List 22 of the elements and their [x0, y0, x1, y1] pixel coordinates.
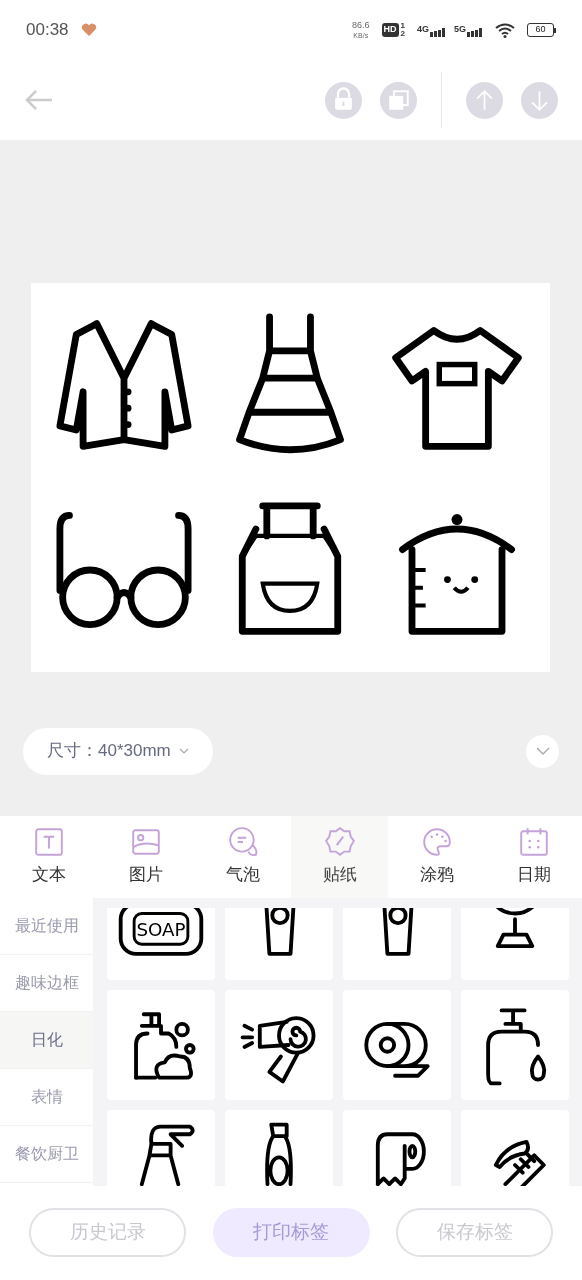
badge-icon — [323, 826, 356, 859]
hd-badge: HD — [381, 23, 399, 37]
calendar-icon — [517, 826, 550, 859]
battery-level: 60 — [535, 23, 546, 37]
network-type: 4G — [416, 23, 429, 37]
chevron-down-icon — [535, 747, 550, 755]
tab[interactable]: 贴纸 — [291, 816, 388, 898]
palette-icon — [420, 826, 453, 859]
category-item[interactable]: 日化 — [0, 1012, 93, 1069]
network-speed: 86.6 — [352, 21, 370, 30]
caret-icon — [178, 748, 189, 754]
network-type: 5G — [454, 23, 466, 37]
wifi-icon — [495, 22, 515, 38]
sim-number: 1 — [400, 22, 405, 30]
chat-bubbles-icon — [226, 826, 259, 859]
clock: 00:38 — [26, 19, 69, 42]
size-selector[interactable]: 尺寸：40*30mm — [23, 727, 213, 775]
heart-icon — [80, 23, 97, 37]
sim-number: 2 — [400, 30, 405, 38]
signal-icon — [430, 27, 446, 37]
signal-icon — [467, 27, 483, 37]
text-box-icon — [32, 826, 65, 859]
